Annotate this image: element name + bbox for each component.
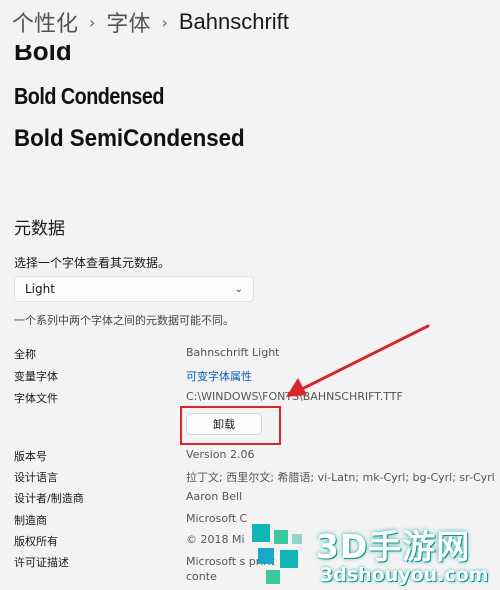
metadata-key: 版权所有	[14, 535, 58, 548]
dropdown-selected-value: Light	[25, 282, 55, 296]
font-preview-bold-semicondensed: Bold SemiCondensed	[14, 125, 245, 152]
watermark-title: 3D手游网	[316, 527, 471, 566]
metadata-value: Microsoft C	[186, 512, 248, 525]
font-preview-bold-condensed: Bold Condensed	[14, 83, 164, 109]
breadcrumb-item-personalization[interactable]: 个性化	[12, 6, 78, 38]
metadata-note: 一个系列中两个字体之间的元数据可能不同。	[14, 314, 234, 327]
metadata-key: 设计者/制造商	[14, 492, 84, 505]
metadata-key: 变量字体	[14, 370, 58, 383]
chevron-right-icon: ›	[161, 12, 168, 32]
watermark-url: 3dshouyou.com	[320, 564, 489, 586]
breadcrumb-item-fonts[interactable]: 字体	[106, 6, 150, 38]
font-face-dropdown[interactable]: Light ⌄	[14, 276, 254, 302]
chevron-down-icon: ⌄	[234, 283, 243, 295]
metadata-key: 全称	[14, 348, 36, 361]
metadata-key: 许可证描述	[14, 556, 69, 569]
breadcrumb: 个性化 › 字体 › Bahnschrift	[12, 6, 289, 38]
metadata-key: 字体文件	[14, 392, 58, 405]
metadata-key: 设计语言	[14, 471, 58, 484]
chevron-right-icon: ›	[89, 12, 96, 32]
metadata-value: 拉丁文; 西里尔文; 希腊语; vi-Latn; mk-Cyrl; bg-Cyr…	[186, 471, 495, 484]
metadata-value: Bahnschrift Light	[186, 346, 280, 359]
watermark: 3D手游网 3dshouyou.com	[248, 520, 500, 590]
metadata-value: C:\WINDOWS\FONTS\BAHNSCHRIFT.TTF	[186, 390, 403, 403]
3dshouyou-logo-icon	[252, 524, 302, 584]
font-preview-bold: Bold	[14, 36, 72, 66]
metadata-key: 制造商	[14, 514, 47, 527]
metadata-value: Aaron Bell	[186, 490, 243, 503]
metadata-value: Version 2.06	[186, 448, 255, 461]
metadata-value: © 2018 Mi	[186, 533, 245, 546]
variable-font-properties-link[interactable]: 可变字体属性	[186, 368, 252, 384]
uninstall-button[interactable]: 卸载	[186, 413, 262, 435]
metadata-section-title: 元数据	[14, 219, 65, 239]
metadata-hint: 选择一个字体查看其元数据。	[14, 256, 171, 270]
breadcrumb-current-page: Bahnschrift	[178, 9, 289, 34]
metadata-key: 版本号	[14, 450, 47, 463]
